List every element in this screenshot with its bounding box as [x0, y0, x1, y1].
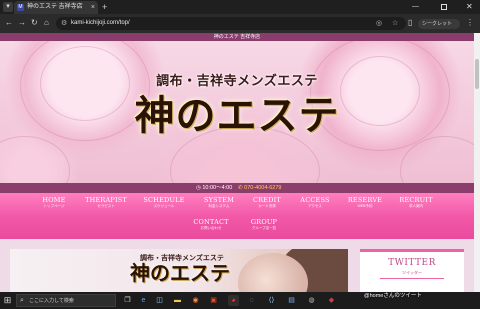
twitter-title: TWITTER	[388, 258, 436, 268]
rose-petal	[0, 136, 70, 183]
bookmark-star-icon[interactable]: ☆	[392, 19, 398, 28]
nav-item-reserve[interactable]: RESERVE WEB予約	[341, 196, 389, 216]
address-bar[interactable]: ⚙ kami-kichijoji.com/top/ ◎ ☆	[56, 17, 406, 30]
hero-subtitle: 調布・吉祥寺メンズエステ	[156, 74, 318, 89]
close-window-icon[interactable]: ✕	[466, 2, 473, 12]
scrollbar-thumb[interactable]	[475, 59, 479, 89]
browser-tab-strip: ▾ M 神のエステ 吉祥寺店 × + — ✕	[0, 0, 480, 14]
nav-item-group[interactable]: GROUP グループ店一覧	[240, 218, 288, 238]
browser-menu-icon[interactable]: ▾	[3, 2, 13, 12]
app-icon-5[interactable]: ◆	[326, 295, 337, 306]
vscode-icon[interactable]: ⟨⟩	[266, 295, 277, 306]
page-scrollbar[interactable]	[474, 33, 480, 292]
info-bar: ◷ 10:00～4:00 ✆ 070-4004-6279	[0, 183, 474, 193]
app-icon-4[interactable]: ◍	[306, 295, 317, 306]
edge-icon[interactable]: e	[138, 295, 149, 306]
site-info-icon[interactable]: ⚙	[61, 19, 67, 28]
incognito-badge[interactable]: シークレット	[418, 19, 460, 29]
sidebar-icon[interactable]: ▯	[408, 18, 412, 28]
windows-start-icon[interactable]: ⊞	[2, 295, 13, 306]
tab-close-icon[interactable]: ×	[91, 3, 95, 12]
taskbar-search-input[interactable]: ⌕ ここに入力して検索	[16, 294, 116, 307]
nav-item-access[interactable]: ACCESS アクセス	[291, 196, 339, 216]
app-icon-2[interactable]: ◌	[246, 295, 257, 306]
twitter-widget: TWITTER ツイッター	[360, 249, 464, 292]
nav-item-credit[interactable]: CREDIT カード決済	[243, 196, 291, 216]
business-hours: ◷ 10:00～4:00	[196, 185, 233, 191]
hero-logo-title: 神のエステ	[134, 92, 340, 139]
maximize-icon[interactable]	[441, 4, 447, 10]
browser-toolbar: ← → ↻ ⌂ ⚙ kami-kichijoji.com/top/ ◎ ☆ ▯ …	[0, 14, 480, 33]
site-favicon-icon: M	[17, 4, 24, 11]
search-placeholder: ここに入力して検索	[29, 298, 74, 304]
twitter-subtitle: ツイッター	[402, 270, 422, 275]
windows-explorer-icon[interactable]: ◫	[154, 295, 165, 306]
site-header-bar: 神のエステ 吉祥寺店	[0, 33, 474, 41]
site-name: 神のエステ 吉祥寺店	[213, 34, 261, 40]
file-explorer-icon[interactable]: ▬	[172, 295, 183, 306]
more-menu-icon[interactable]: ⋮	[466, 18, 474, 28]
global-nav: HOME トップページ THERAPIST セラピスト SCHEDULE スケジ…	[0, 193, 474, 239]
task-view-icon[interactable]: ❐	[122, 295, 133, 306]
home-icon[interactable]: ⌂	[44, 18, 49, 28]
divider	[380, 278, 444, 279]
slider-banner-image[interactable]: 調布・吉祥寺メンズエステ 神のエステ	[10, 249, 348, 292]
phone-number[interactable]: ✆ 070-4004-6279	[238, 183, 281, 193]
hero-banner: 調布・吉祥寺メンズエステ 神のエステ	[0, 41, 474, 183]
app-icon-3[interactable]: ▤	[286, 295, 297, 306]
nav-item-system[interactable]: SYSTEM 料金システム	[195, 196, 243, 216]
nav-item-recruit[interactable]: RECRUIT 求人案内	[392, 196, 440, 216]
chrome-icon[interactable]: ◕	[228, 295, 239, 306]
app-icon[interactable]: ▣	[208, 295, 219, 306]
back-icon[interactable]: ←	[5, 18, 13, 28]
minimize-icon[interactable]: —	[412, 2, 419, 12]
banner-title: 神のエステ	[130, 261, 230, 285]
nav-item-schedule[interactable]: SCHEDULE スケジュール	[140, 196, 188, 216]
web-page: 神のエステ 吉祥寺店 調布・吉祥寺メンズエステ 神のエステ ◷ 10:00～4:…	[0, 33, 474, 292]
search-icon: ⌕	[20, 297, 24, 304]
nav-item-therapist[interactable]: THERAPIST セラピスト	[82, 196, 130, 216]
new-tab-icon[interactable]: +	[102, 2, 107, 12]
url-text[interactable]: kami-kichijoji.com/top/	[71, 19, 130, 28]
forward-icon[interactable]: →	[18, 18, 26, 28]
tab-title: 神のエステ 吉祥寺店	[27, 4, 83, 10]
nav-item-contact[interactable]: CONTACT お問い合わせ	[187, 218, 235, 238]
firefox-icon[interactable]: ◉	[190, 295, 201, 306]
main-content: 調布・吉祥寺メンズエステ 神のエステ TWITTER ツイッター	[0, 239, 474, 292]
reload-icon[interactable]: ↻	[31, 18, 38, 28]
browser-tab[interactable]: M 神のエステ 吉祥寺店 ×	[14, 1, 98, 14]
nav-item-home[interactable]: HOME トップページ	[30, 196, 78, 216]
taskbar-notification[interactable]: @homeさんのツイート	[364, 292, 422, 300]
translate-icon[interactable]: ◎	[376, 19, 382, 28]
